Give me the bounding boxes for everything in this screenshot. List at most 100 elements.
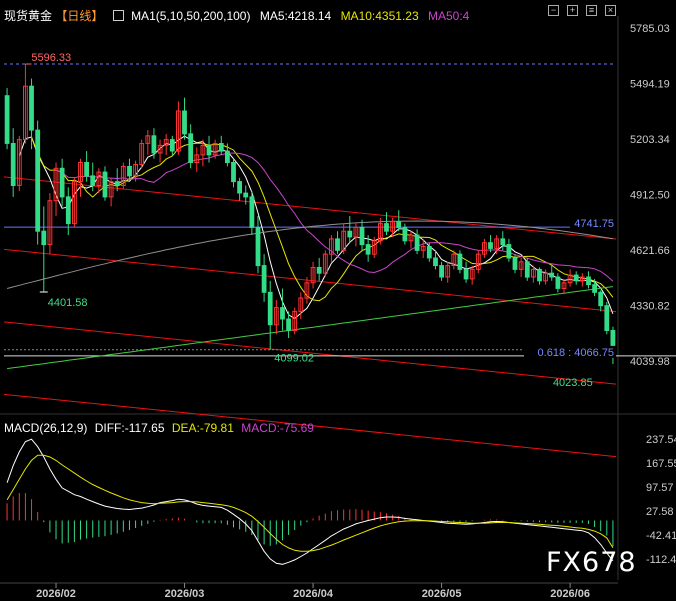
macd-diff-value: DIFF:-117.65: [94, 421, 165, 435]
price-tick-label: 4039.98: [630, 356, 670, 368]
candle-body: [549, 272, 555, 278]
price-tick-label: 4621.66: [630, 245, 670, 257]
macd-tick-label: -112.40: [646, 554, 676, 566]
macd-axis: 237.54 167.55 97.57 27.58 -42.41 -112.40: [646, 434, 676, 566]
candle-body: [524, 261, 530, 278]
minus-icon[interactable]: −: [548, 5, 559, 16]
diff-line: [6, 438, 614, 565]
candle-body: [182, 110, 187, 135]
candle-body: [439, 265, 445, 278]
macd-histogram: [6, 493, 614, 547]
candle-body: [433, 257, 438, 267]
date-tick-label: 2026/03: [165, 588, 205, 600]
candle-body: [267, 291, 273, 326]
watermark-logo: FX678: [546, 547, 637, 578]
candle-body: [243, 192, 249, 198]
candle-body: [604, 305, 610, 332]
date-tick-label: 2026/02: [36, 588, 76, 600]
candle-body: [396, 221, 402, 228]
moving-average-lines: [6, 135, 614, 370]
macd-tick-label: 237.54: [646, 434, 676, 446]
candle-body: [586, 276, 591, 286]
date-tick-label: 2026/06: [550, 588, 590, 600]
chart-type-icon[interactable]: [112, 10, 124, 21]
high-label: 5596.33: [31, 52, 71, 64]
candle-body: [335, 238, 340, 251]
date-tick-label: 2026/05: [422, 588, 462, 600]
candle-body: [102, 171, 108, 198]
candle-body: [414, 234, 420, 251]
channel-line: [3, 176, 617, 240]
candle-body: [286, 318, 292, 331]
candle-body: [500, 238, 506, 246]
candle-body: [35, 129, 41, 232]
low2-label: 4099.02: [274, 353, 314, 365]
date-tick-label: 2026/04: [293, 588, 334, 600]
candle-body: [365, 244, 371, 255]
candle-body: [29, 85, 34, 131]
candle-body: [537, 268, 542, 282]
settings-icon[interactable]: ≡: [586, 5, 597, 16]
candle-body: [231, 162, 236, 183]
candle-body: [237, 181, 242, 194]
candle-body: [463, 268, 469, 280]
chart-header: 现货黄金 【日线】 MA1(5,10,50,200,100) MA5:4218.…: [4, 7, 475, 24]
candle-body: [316, 267, 322, 274]
candle-body: [598, 291, 604, 307]
macd-value: MACD:-75.69: [241, 421, 314, 435]
candle-body: [261, 265, 267, 293]
macd-params[interactable]: MACD(26,12,9): [4, 421, 87, 435]
resistance-label: 4741.75: [574, 218, 614, 230]
close-icon[interactable]: ×: [605, 5, 616, 16]
price-tick-label: 5203.34: [630, 134, 670, 146]
low1-label: 4401.58: [48, 297, 88, 309]
candle-body: [592, 284, 598, 293]
low3-label: 4023.85: [553, 377, 593, 389]
ma-settings-label[interactable]: MA1(5,10,50,200,100): [131, 9, 250, 23]
symbol-name[interactable]: 现货黄金: [4, 9, 52, 23]
macd-tick-label: 27.58: [646, 506, 674, 518]
ma10-value: MA10:4351.23: [340, 9, 419, 23]
candle-body: [457, 253, 463, 270]
ma50-value: MA50:4: [427, 9, 470, 23]
candle-body: [4, 95, 10, 144]
macd-header: MACD(26,12,9) DIFF:-117.65 DEA:-79.81 MA…: [4, 421, 318, 435]
panel-controls: − + ≡ ×: [548, 5, 616, 16]
candle-body: [10, 143, 16, 186]
candle-body: [151, 135, 157, 154]
period-label[interactable]: 【日线】: [55, 9, 103, 23]
ma100-line: [6, 220, 613, 289]
macd-dea-value: DEA:-79.81: [171, 421, 234, 435]
candle-body: [512, 257, 518, 270]
candle-body: [41, 230, 47, 246]
candle-body: [59, 167, 65, 198]
date-axis: 2026/02 2026/03 2026/04 2026/05 2026/06: [0, 582, 618, 600]
chart-canvas: 5596.33 4401.58 4099.02 4023.85 4741.75 0.618…: [0, 16, 676, 600]
candle-body: [249, 196, 255, 228]
candle-body: [384, 223, 389, 232]
price-tick-label: 4912.50: [630, 190, 670, 202]
candle-body: [347, 230, 353, 238]
candle-body: [169, 139, 175, 152]
candle-body: [555, 276, 561, 289]
regression-channel: [3, 63, 676, 458]
candle-body: [65, 196, 71, 225]
plus-icon[interactable]: +: [567, 5, 578, 16]
candle-body: [359, 226, 365, 246]
candlestick-series: [4, 64, 616, 365]
candle-body: [573, 274, 579, 282]
candle-body: [280, 307, 285, 320]
macd-tick-label: 97.57: [646, 482, 674, 494]
candle-body: [114, 181, 120, 186]
candle-body: [127, 165, 132, 177]
price-tick-label: 5785.03: [630, 23, 670, 35]
candle-body: [506, 244, 512, 259]
candle-body: [206, 144, 212, 156]
candle-body: [426, 246, 432, 259]
candle-body: [402, 226, 408, 242]
ma5-value: MA5:4218.14: [259, 9, 332, 23]
macd-tick-label: -42.41: [646, 530, 676, 542]
main-grid: [0, 16, 676, 580]
candle-body: [90, 175, 96, 186]
candle-body: [488, 242, 493, 249]
